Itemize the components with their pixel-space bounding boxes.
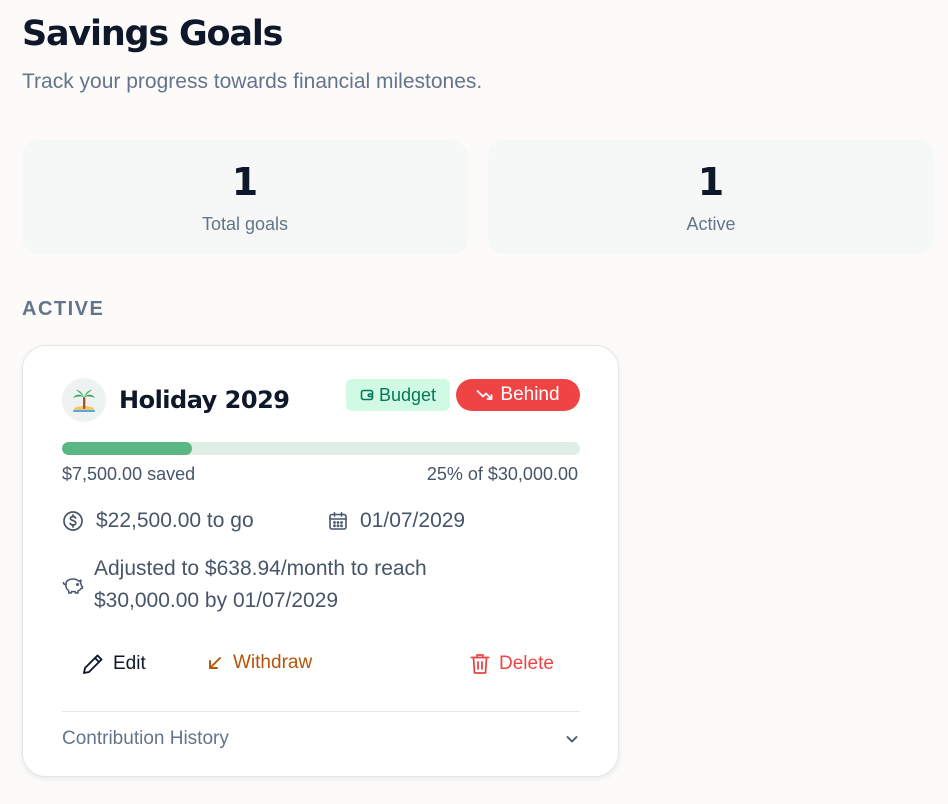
adjusted-plan-text: Adjusted to $638.94/month to reach $30,0… xyxy=(94,557,427,612)
progress-bar xyxy=(62,442,580,455)
remaining-amount: $22,500.00 to go xyxy=(96,509,254,532)
stat-card-active: 1 Active xyxy=(488,140,934,254)
budget-badge: Budget xyxy=(346,379,450,411)
section-label-active: ACTIVE xyxy=(22,298,105,320)
page-title: Savings Goals xyxy=(22,14,283,54)
contribution-history-toggle[interactable]: Contribution History xyxy=(62,724,580,754)
dollar-circle-icon xyxy=(63,511,83,531)
trash-icon xyxy=(470,654,490,674)
piggy-bank-icon xyxy=(62,578,84,594)
stat-value: 1 xyxy=(231,160,259,204)
saved-amount: $7,500.00 saved xyxy=(62,464,196,484)
trending-down-icon xyxy=(477,390,493,400)
delete-button[interactable]: Delete xyxy=(469,652,554,676)
divider xyxy=(62,711,580,712)
calendar-icon xyxy=(329,511,347,530)
page-subtitle: Track your progress towards financial mi… xyxy=(22,70,483,93)
goal-emoji-icon xyxy=(62,378,106,422)
deadline-row: 01/07/2029 xyxy=(328,509,465,533)
adjusted-plan-row: Adjusted to $638.94/month to reach $30,0… xyxy=(62,553,514,617)
withdraw-button[interactable]: Withdraw xyxy=(205,652,312,674)
edit-button-label: Edit xyxy=(113,653,146,674)
withdraw-button-label: Withdraw xyxy=(233,652,313,673)
stat-label: Active xyxy=(686,214,736,234)
stat-value: 1 xyxy=(697,160,725,204)
behind-badge-label: Behind xyxy=(500,384,560,405)
target-date: 01/07/2029 xyxy=(360,509,466,532)
chevron-down-icon xyxy=(566,736,578,743)
goal-card: Holiday 2029 Budget Behind $7,500.00 sav… xyxy=(22,345,619,777)
budget-badge-label: Budget xyxy=(378,384,437,405)
contribution-history-label: Contribution History xyxy=(62,728,229,749)
edit-button[interactable]: Edit xyxy=(81,652,146,676)
stat-label: Total goals xyxy=(201,214,289,234)
pencil-icon xyxy=(83,654,103,674)
arrow-down-left-icon xyxy=(209,657,221,669)
remaining-row: $22,500.00 to go xyxy=(62,509,254,533)
stat-card-total-goals: 1 Total goals xyxy=(22,140,468,254)
progress-fill xyxy=(62,442,192,455)
progress-percent: 25% of $30,000.00 xyxy=(426,464,578,484)
savings-goals-page: Savings Goals Track your progress toward… xyxy=(0,0,948,804)
delete-button-label: Delete xyxy=(499,653,554,674)
goal-name: Holiday 2029 xyxy=(119,386,290,414)
wallet-icon xyxy=(360,389,374,401)
behind-badge: Behind xyxy=(456,379,580,411)
